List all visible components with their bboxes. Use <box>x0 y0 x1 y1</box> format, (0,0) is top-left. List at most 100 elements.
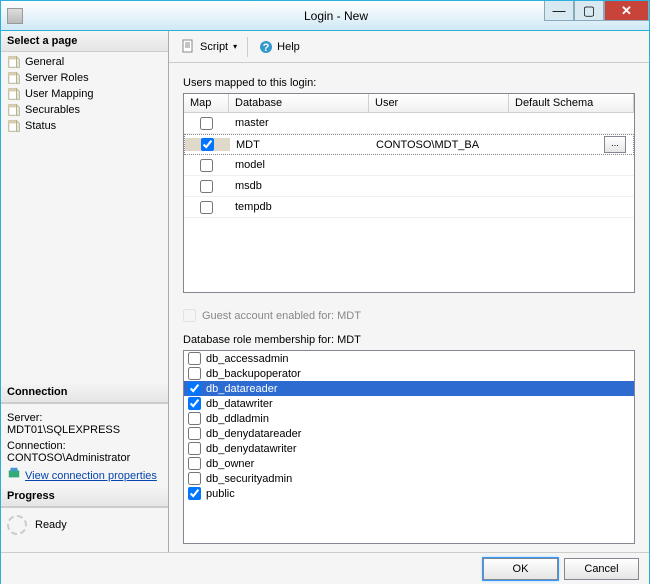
script-label: Script <box>200 41 228 53</box>
table-row[interactable]: tempdb <box>184 197 634 218</box>
role-item-db_securityadmin[interactable]: db_securityadmin <box>184 471 634 486</box>
connection-panel: Server: MDT01\SQLEXPRESS Connection: CON… <box>1 403 168 486</box>
sidebar: Select a page General Server Roles User Ma… <box>1 31 169 552</box>
main: Script ? Help Users mapped to this login… <box>169 31 649 552</box>
page-icon <box>7 87 21 101</box>
col-default-schema[interactable]: Default Schema <box>509 94 634 112</box>
map-checkbox[interactable] <box>200 180 213 193</box>
user-cell: CONTOSO\MDT_BA <box>370 139 510 151</box>
role-label: db_ddladmin <box>206 413 269 425</box>
window-buttons: — ▢ ✕ <box>544 1 649 21</box>
col-map[interactable]: Map <box>184 94 229 112</box>
progress-heading: Progress <box>1 486 168 507</box>
app-icon <box>7 8 23 24</box>
guest-label: Guest account enabled for: MDT <box>202 310 361 322</box>
role-list: db_accessadmin db_backupoperatordb_datare… <box>183 350 635 544</box>
role-label: db_owner <box>206 458 254 470</box>
role-checkbox[interactable] <box>188 472 201 485</box>
role-checkbox[interactable] <box>188 382 201 395</box>
role-item-db_accessadmin[interactable]: db_accessadmin <box>184 351 634 366</box>
ok-button[interactable]: OK <box>483 558 558 580</box>
roles-label: Database role membership for: MDT <box>183 334 635 346</box>
sidebar-page-securables[interactable]: Securables <box>5 102 164 118</box>
page-icon <box>7 119 21 133</box>
db-cell: tempdb <box>229 201 369 213</box>
page-list: General Server Roles User Mapping Securable… <box>1 52 168 136</box>
mapping-grid-header: Map Database User Default Schema <box>184 94 634 113</box>
page-label: User Mapping <box>25 88 93 100</box>
map-checkbox[interactable] <box>201 138 214 151</box>
sidebar-page-server-roles[interactable]: Server Roles <box>5 70 164 86</box>
role-item-db_datawriter[interactable]: db_datawriter <box>184 396 634 411</box>
connection-value: CONTOSO\Administrator <box>7 452 162 464</box>
col-database[interactable]: Database <box>229 94 369 112</box>
col-user[interactable]: User <box>369 94 509 112</box>
role-checkbox[interactable] <box>188 427 201 440</box>
role-item-db_denydatawriter[interactable]: db_denydatawriter <box>184 441 634 456</box>
role-checkbox[interactable] <box>188 352 201 365</box>
minimize-button[interactable]: — <box>544 1 574 21</box>
page-label: General <box>25 56 64 68</box>
view-connection-properties-link[interactable]: View connection properties <box>25 470 157 482</box>
page-label: Securables <box>25 104 80 116</box>
script-icon <box>181 39 197 55</box>
cancel-button[interactable]: Cancel <box>564 558 639 580</box>
sidebar-page-general[interactable]: General <box>5 54 164 70</box>
role-item-public[interactable]: public <box>184 486 634 501</box>
role-label: db_accessadmin <box>206 353 289 365</box>
role-checkbox[interactable] <box>188 442 201 455</box>
footer: OK Cancel <box>1 552 649 584</box>
sidebar-page-user-mapping[interactable]: User Mapping <box>5 86 164 102</box>
role-label: db_datawriter <box>206 398 273 410</box>
page-icon <box>7 71 21 85</box>
role-checkbox[interactable] <box>188 397 201 410</box>
help-icon: ? <box>258 39 274 55</box>
role-checkbox[interactable] <box>188 487 201 500</box>
guest-checkbox <box>183 309 196 322</box>
toolbar: Script ? Help <box>169 31 649 63</box>
mapping-label: Users mapped to this login: <box>183 77 635 89</box>
map-checkbox[interactable] <box>200 117 213 130</box>
table-row[interactable]: MDTCONTOSO\MDT_BA... <box>184 134 634 155</box>
mapping-grid: Map Database User Default Schema masterM… <box>183 93 635 293</box>
role-checkbox[interactable] <box>188 412 201 425</box>
close-button[interactable]: ✕ <box>604 1 649 21</box>
connection-label: Connection: <box>7 440 162 452</box>
server-value: MDT01\SQLEXPRESS <box>7 424 162 436</box>
script-button[interactable]: Script <box>177 37 241 57</box>
role-label: public <box>206 488 235 500</box>
connection-props-icon <box>7 466 21 480</box>
db-cell: master <box>229 117 369 129</box>
maximize-button[interactable]: ▢ <box>574 1 604 21</box>
page-icon <box>7 103 21 117</box>
role-item-db_ddladmin[interactable]: db_ddladmin <box>184 411 634 426</box>
db-cell: MDT <box>230 139 370 151</box>
map-checkbox[interactable] <box>200 159 213 172</box>
titlebar: Login - New — ▢ ✕ <box>1 1 649 31</box>
sidebar-page-status[interactable]: Status <box>5 118 164 134</box>
svg-text:?: ? <box>263 42 270 54</box>
role-label: db_denydatareader <box>206 428 301 440</box>
schema-cell: ... <box>510 136 633 153</box>
role-label: db_backupoperator <box>206 368 301 380</box>
select-page-heading: Select a page <box>1 31 168 52</box>
table-row[interactable]: master <box>184 113 634 134</box>
connection-heading: Connection <box>1 382 168 403</box>
role-label: db_securityadmin <box>206 473 292 485</box>
table-row[interactable]: model <box>184 155 634 176</box>
page-label: Status <box>25 120 56 132</box>
map-checkbox[interactable] <box>200 201 213 214</box>
server-label: Server: <box>7 412 162 424</box>
schema-browse-button[interactable]: ... <box>604 136 626 153</box>
role-item-db_datareader[interactable]: db_datareader <box>184 381 634 396</box>
role-item-db_owner[interactable]: db_owner <box>184 456 634 471</box>
role-item-db_backupoperator[interactable]: db_backupoperator <box>184 366 634 381</box>
table-row[interactable]: msdb <box>184 176 634 197</box>
progress-spinner-icon <box>7 515 27 535</box>
help-button[interactable]: ? Help <box>254 37 304 57</box>
role-checkbox[interactable] <box>188 367 201 380</box>
role-item-db_denydatareader[interactable]: db_denydatareader <box>184 426 634 441</box>
role-checkbox[interactable] <box>188 457 201 470</box>
db-cell: msdb <box>229 180 369 192</box>
progress-status: Ready <box>35 519 67 531</box>
